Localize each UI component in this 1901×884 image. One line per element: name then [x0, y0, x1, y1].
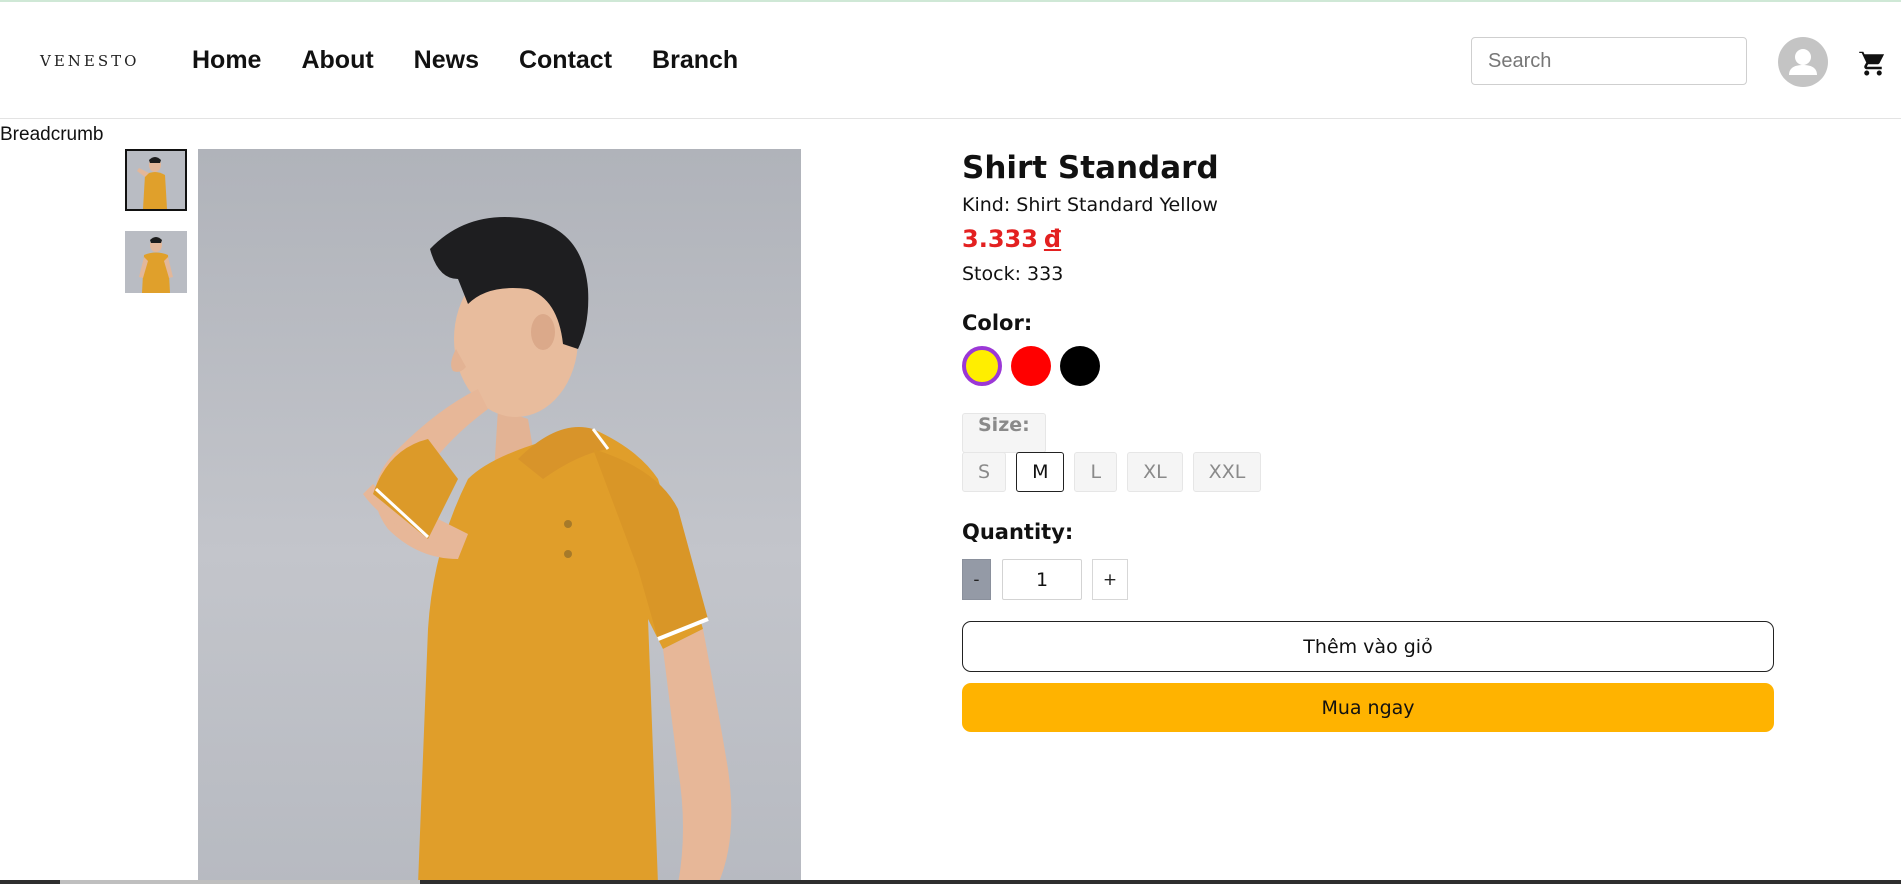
product-name: Shirt Standard [962, 150, 1219, 186]
size-label: Size: [962, 413, 1046, 453]
size-option-xxl[interactable]: XXL [1192, 452, 1262, 492]
site-header: VENESTO Home About News Contact Branch [0, 2, 1901, 119]
buy-now-button[interactable]: Mua ngay [962, 683, 1774, 732]
brand-logo[interactable]: VENESTO [40, 52, 139, 70]
size-option-s[interactable]: S [962, 452, 1007, 492]
increase-quantity-button[interactable]: + [1092, 559, 1128, 600]
nav-news[interactable]: News [414, 46, 479, 75]
nav-home[interactable]: Home [192, 46, 261, 75]
color-swatches [962, 346, 1100, 386]
color-swatch-red[interactable] [1011, 346, 1051, 386]
cart-icon[interactable] [1858, 48, 1888, 78]
size-option-xl[interactable]: XL [1127, 452, 1183, 492]
price-value: 3.333 [962, 225, 1038, 253]
horizontal-scrollbar[interactable] [0, 880, 1901, 884]
product-price: 3.333 đ [962, 225, 1061, 253]
main-nav: Home About News Contact Branch [192, 46, 738, 75]
thumbnail-2[interactable] [125, 231, 187, 293]
currency-symbol: đ [1043, 225, 1062, 253]
product-stock: Stock: 333 [962, 263, 1064, 285]
nav-branch[interactable]: Branch [652, 46, 738, 75]
decrease-quantity-button[interactable]: - [962, 559, 991, 600]
search-input[interactable] [1471, 37, 1747, 85]
thumbnail-1[interactable] [125, 149, 187, 211]
quantity-input[interactable] [1002, 559, 1082, 600]
user-icon[interactable] [1778, 37, 1828, 87]
product-main-image [198, 149, 801, 884]
quantity-label: Quantity: [962, 520, 1074, 544]
color-swatch-black[interactable] [1060, 346, 1100, 386]
size-options: S M L XL XXL [962, 452, 1262, 492]
nav-contact[interactable]: Contact [519, 46, 612, 75]
breadcrumb: Breadcrumb [0, 124, 104, 145]
nav-about[interactable]: About [301, 46, 373, 75]
size-option-l[interactable]: L [1074, 452, 1118, 492]
add-to-cart-button[interactable]: Thêm vào giỏ [962, 621, 1774, 672]
color-swatch-yellow[interactable] [962, 346, 1002, 386]
scrollbar-thumb[interactable] [60, 880, 420, 884]
color-label: Color: [962, 311, 1033, 335]
product-kind: Kind: Shirt Standard Yellow [962, 194, 1218, 216]
size-option-m[interactable]: M [1016, 452, 1065, 492]
